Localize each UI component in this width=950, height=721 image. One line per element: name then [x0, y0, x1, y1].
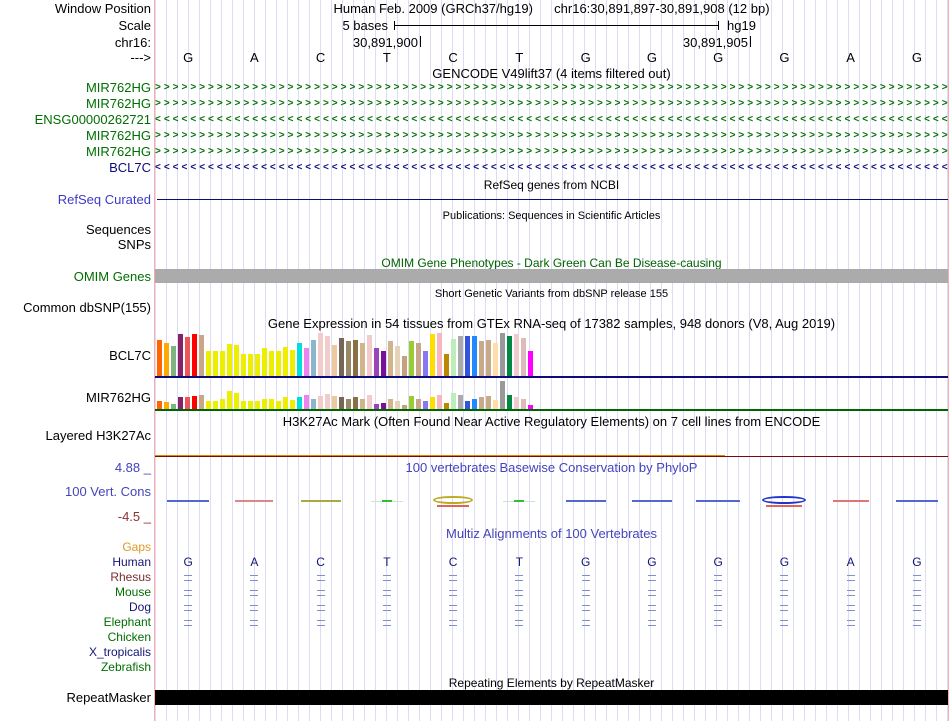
multiz-species-human[interactable]: Human: [0, 556, 151, 569]
gene-label-mir762hg-1[interactable]: MIR762HG: [0, 81, 151, 94]
common-dbsnp-label[interactable]: Common dbSNP(155): [0, 301, 151, 314]
multiz-align-mark: [382, 605, 391, 611]
gene-label-bcl7c[interactable]: BCL7C: [0, 161, 151, 174]
multiz-align-mark: [912, 620, 921, 626]
multiz-align-mark: [316, 575, 325, 581]
conservation-min-value: -4.5 _: [117, 509, 151, 524]
conservation-max-value: 4.88 _: [114, 460, 151, 475]
gene-label-mir762hg-2[interactable]: MIR762HG: [0, 97, 151, 110]
multiz-align-mark: [449, 620, 458, 626]
multiz-align-mark: [184, 575, 193, 581]
multiz-align-mark: [846, 605, 855, 611]
multiz-align-mark: [184, 620, 193, 626]
multiz-align-mark: [382, 620, 391, 626]
snps-label[interactable]: SNPs: [0, 238, 151, 251]
multiz-align-mark: [515, 605, 524, 611]
multiz-align-mark: [250, 590, 259, 596]
multiz-species-dog[interactable]: Dog: [0, 601, 151, 614]
multiz-align-mark: [780, 575, 789, 581]
gene-label-ensg00000262721[interactable]: ENSG00000262721: [0, 113, 151, 126]
repeatmasker-track-title[interactable]: Repeating Elements by RepeatMasker: [155, 677, 948, 690]
multiz-align-mark: [647, 620, 656, 626]
multiz-align-mark: [714, 620, 723, 626]
multiz-species-gaps[interactable]: Gaps: [0, 541, 151, 554]
multiz-align-mark: [581, 605, 590, 611]
multiz-align-mark: [515, 590, 524, 596]
genome-browser-image: Window Position Human Feb. 2009 (GRCh37/…: [0, 0, 950, 721]
multiz-align-mark: [714, 590, 723, 596]
multiz-align-mark: [780, 620, 789, 626]
gene-label-mir762hg-4[interactable]: MIR762HG: [0, 145, 151, 158]
multiz-alignment-marks: [155, 0, 948, 721]
sequences-label[interactable]: Sequences: [0, 223, 151, 236]
window-position-label: Window Position: [54, 1, 151, 16]
right-edge-divider: [948, 0, 949, 721]
multiz-species-zebrafish[interactable]: Zebrafish: [0, 661, 151, 674]
multiz-align-mark: [250, 575, 259, 581]
repeatmasker-bar[interactable]: [155, 690, 948, 705]
multiz-align-mark: [250, 620, 259, 626]
multiz-align-mark: [647, 605, 656, 611]
multiz-align-mark: [316, 590, 325, 596]
multiz-align-mark: [714, 605, 723, 611]
multiz-align-mark: [846, 575, 855, 581]
multiz-align-mark: [250, 605, 259, 611]
multiz-align-mark: [382, 590, 391, 596]
multiz-species-mouse[interactable]: Mouse: [0, 586, 151, 599]
chrom-label: chr16:: [114, 35, 151, 50]
multiz-align-mark: [780, 590, 789, 596]
multiz-align-mark: [184, 605, 193, 611]
multiz-align-mark: [449, 590, 458, 596]
multiz-align-mark: [382, 575, 391, 581]
multiz-align-mark: [647, 575, 656, 581]
gtex-bcl7c-label[interactable]: BCL7C: [0, 349, 151, 362]
multiz-align-mark: [449, 575, 458, 581]
gene-label-mir762hg-3[interactable]: MIR762HG: [0, 129, 151, 142]
multiz-species-rhesus[interactable]: Rhesus: [0, 571, 151, 584]
omim-genes-label[interactable]: OMIM Genes: [0, 270, 151, 283]
gtex-mir762hg-label[interactable]: MIR762HG: [0, 391, 151, 404]
multiz-species-chicken[interactable]: Chicken: [0, 631, 151, 644]
multiz-align-mark: [581, 590, 590, 596]
multiz-align-mark: [184, 590, 193, 596]
conservation-label[interactable]: 100 Vert. Cons: [0, 485, 151, 498]
multiz-align-mark: [316, 620, 325, 626]
multiz-align-mark: [581, 575, 590, 581]
multiz-align-mark: [912, 605, 921, 611]
multiz-align-mark: [846, 590, 855, 596]
multiz-align-mark: [449, 605, 458, 611]
multiz-align-mark: [581, 620, 590, 626]
strand-direction-label[interactable]: --->: [0, 51, 151, 64]
repeatmasker-label[interactable]: RepeatMasker: [0, 691, 151, 704]
multiz-align-mark: [912, 590, 921, 596]
refseq-curated-label[interactable]: RefSeq Curated: [0, 193, 151, 206]
multiz-align-mark: [780, 605, 789, 611]
multiz-align-mark: [912, 575, 921, 581]
multiz-species-elephant[interactable]: Elephant: [0, 616, 151, 629]
scale-label: Scale: [118, 18, 151, 33]
multiz-species-xtropicalis[interactable]: X_tropicalis: [0, 646, 151, 659]
layered-h3k27ac-label[interactable]: Layered H3K27Ac: [0, 429, 151, 442]
multiz-align-mark: [714, 575, 723, 581]
multiz-align-mark: [316, 605, 325, 611]
multiz-align-mark: [515, 620, 524, 626]
multiz-align-mark: [846, 620, 855, 626]
multiz-align-mark: [647, 590, 656, 596]
multiz-align-mark: [515, 575, 524, 581]
